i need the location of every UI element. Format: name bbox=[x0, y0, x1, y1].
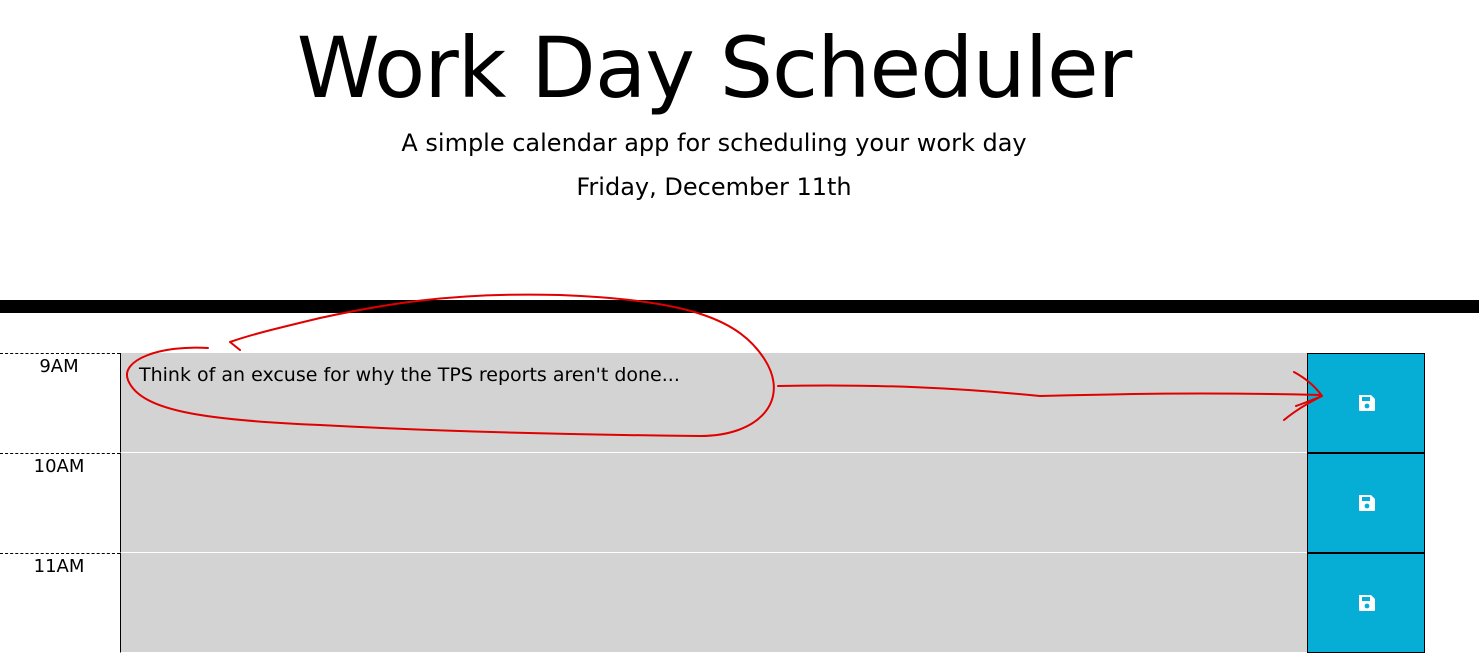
save-button[interactable] bbox=[1307, 353, 1425, 453]
event-description-input[interactable]: Think of an excuse for why the TPS repor… bbox=[120, 353, 1307, 453]
hour-label: 10AM bbox=[0, 453, 120, 553]
hour-label: 11AM bbox=[0, 553, 120, 653]
jumbotron-header: Work Day Scheduler A simple calendar app… bbox=[0, 0, 1479, 300]
current-day: Friday, December 11th bbox=[576, 173, 852, 201]
hour-label: 9AM bbox=[0, 353, 120, 453]
save-button[interactable] bbox=[1307, 553, 1425, 653]
event-description-input[interactable] bbox=[120, 553, 1307, 653]
save-button[interactable] bbox=[1307, 453, 1425, 553]
page-subtitle: A simple calendar app for scheduling you… bbox=[401, 129, 1027, 157]
event-description-input[interactable] bbox=[120, 453, 1307, 553]
floppy-disk-icon bbox=[1359, 595, 1375, 611]
floppy-disk-icon bbox=[1359, 495, 1375, 511]
floppy-disk-icon bbox=[1359, 395, 1375, 411]
time-block-11am: 11AM bbox=[0, 553, 1425, 653]
time-block-9am: 9AM Think of an excuse for why the TPS r… bbox=[0, 353, 1425, 453]
header-divider bbox=[0, 300, 1479, 313]
page-title: Work Day Scheduler bbox=[296, 19, 1133, 117]
time-block-10am: 10AM bbox=[0, 453, 1425, 553]
